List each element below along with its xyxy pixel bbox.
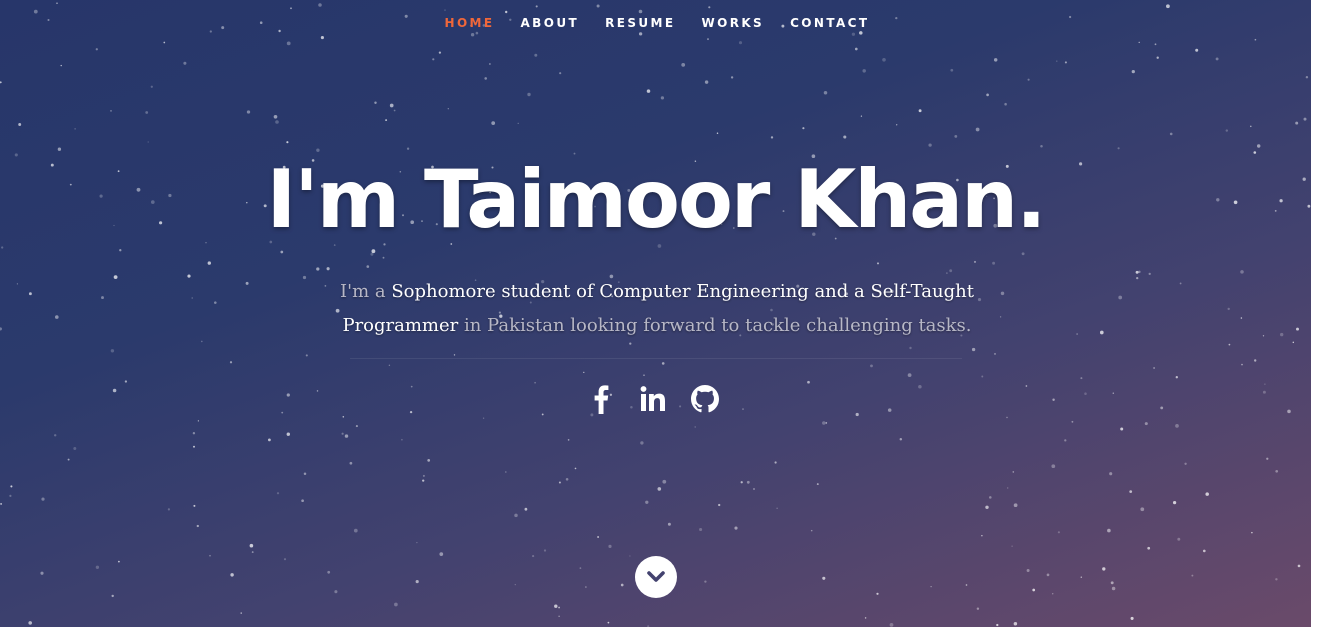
nav-works-link[interactable]: WORKS [701, 16, 764, 30]
social-links [586, 384, 720, 414]
hero-subtitle: I'm a Sophomore student of Computer Engi… [327, 275, 987, 343]
github-icon[interactable] [690, 384, 720, 414]
intro-text: I'm a [340, 281, 392, 302]
hero-title: I'm Taimoor Khan. [266, 153, 1047, 246]
nav-home-link[interactable]: HOME [445, 16, 495, 30]
nav-about-link[interactable]: ABOUT [521, 16, 580, 30]
intro-text-end: in Pakistan looking forward to tackle ch… [458, 315, 972, 336]
hero-divider [350, 358, 962, 359]
scrollbar-gutter [1311, 0, 1326, 627]
facebook-icon[interactable] [586, 384, 616, 414]
hero-section: HOME ABOUT RESUME WORKS CONTACT I'm Taim… [0, 0, 1311, 627]
nav-contact-link[interactable]: CONTACT [790, 16, 869, 30]
scroll-down-button[interactable] [635, 556, 677, 598]
linkedin-icon[interactable] [638, 384, 668, 414]
main-nav: HOME ABOUT RESUME WORKS CONTACT [0, 16, 1311, 30]
nav-resume-link[interactable]: RESUME [605, 16, 675, 30]
chevron-down-icon [647, 571, 665, 582]
